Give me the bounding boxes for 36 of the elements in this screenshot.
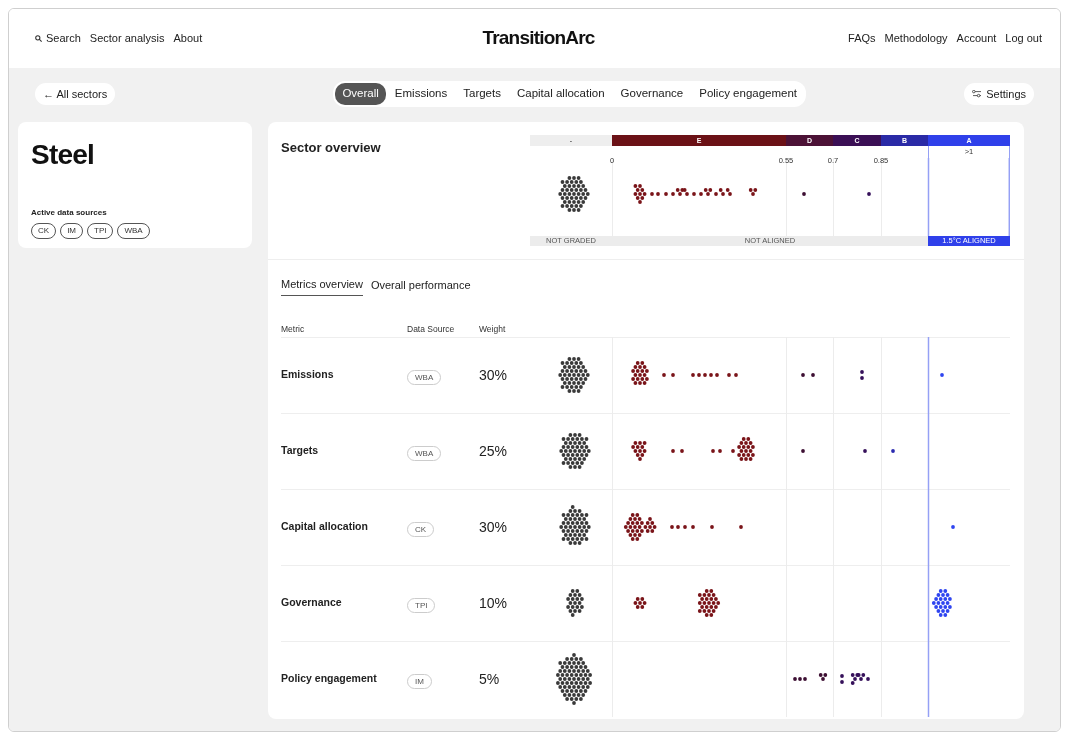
- metric-name: Governance: [281, 596, 342, 609]
- nav-link[interactable]: Account: [956, 30, 997, 47]
- search-icon: [35, 35, 42, 42]
- nav-link[interactable]: Methodology: [884, 30, 948, 47]
- column-header: Metric: [281, 323, 305, 334]
- sources-label: Active data sources: [31, 206, 108, 219]
- nav-link[interactable]: FAQs: [848, 30, 876, 47]
- nav-link[interactable]: Sector analysis: [89, 30, 165, 47]
- tab[interactable]: Emissions: [387, 83, 455, 105]
- section-title: Sector overview: [281, 139, 381, 157]
- sliders-icon: [972, 90, 983, 98]
- tab[interactable]: Policy engagement: [692, 83, 805, 105]
- settings-button[interactable]: Settings: [964, 82, 1034, 106]
- tab[interactable]: Metrics overview: [281, 276, 363, 296]
- weight-value: 30%: [479, 518, 508, 535]
- nav-link[interactable]: About: [173, 30, 203, 47]
- metric-name: Policy engagement: [281, 672, 377, 685]
- column-header: Data Source: [407, 323, 455, 334]
- weight-value: 25%: [479, 442, 508, 459]
- metric-name: Targets: [281, 444, 319, 457]
- brand-logo[interactable]: TransitionArc: [482, 24, 595, 53]
- weight-value: 30%: [479, 366, 508, 383]
- column-header: Weight: [479, 323, 506, 334]
- nav-link[interactable]: Log out: [1005, 30, 1042, 47]
- search-link[interactable]: Search: [35, 30, 81, 47]
- tab[interactable]: Governance: [613, 83, 691, 105]
- tab[interactable]: Overall: [335, 83, 386, 105]
- sector-title: Steel: [31, 140, 95, 171]
- weight-value: 5%: [479, 670, 500, 687]
- tab[interactable]: Overall performance: [370, 276, 471, 296]
- metric-name: Emissions: [281, 368, 334, 381]
- tab[interactable]: Capital allocation: [509, 83, 612, 105]
- metric-name: Capital allocation: [281, 520, 368, 533]
- weight-value: 10%: [479, 594, 508, 611]
- tab[interactable]: Targets: [456, 83, 508, 105]
- back-link[interactable]: ← All sectors: [35, 82, 116, 106]
